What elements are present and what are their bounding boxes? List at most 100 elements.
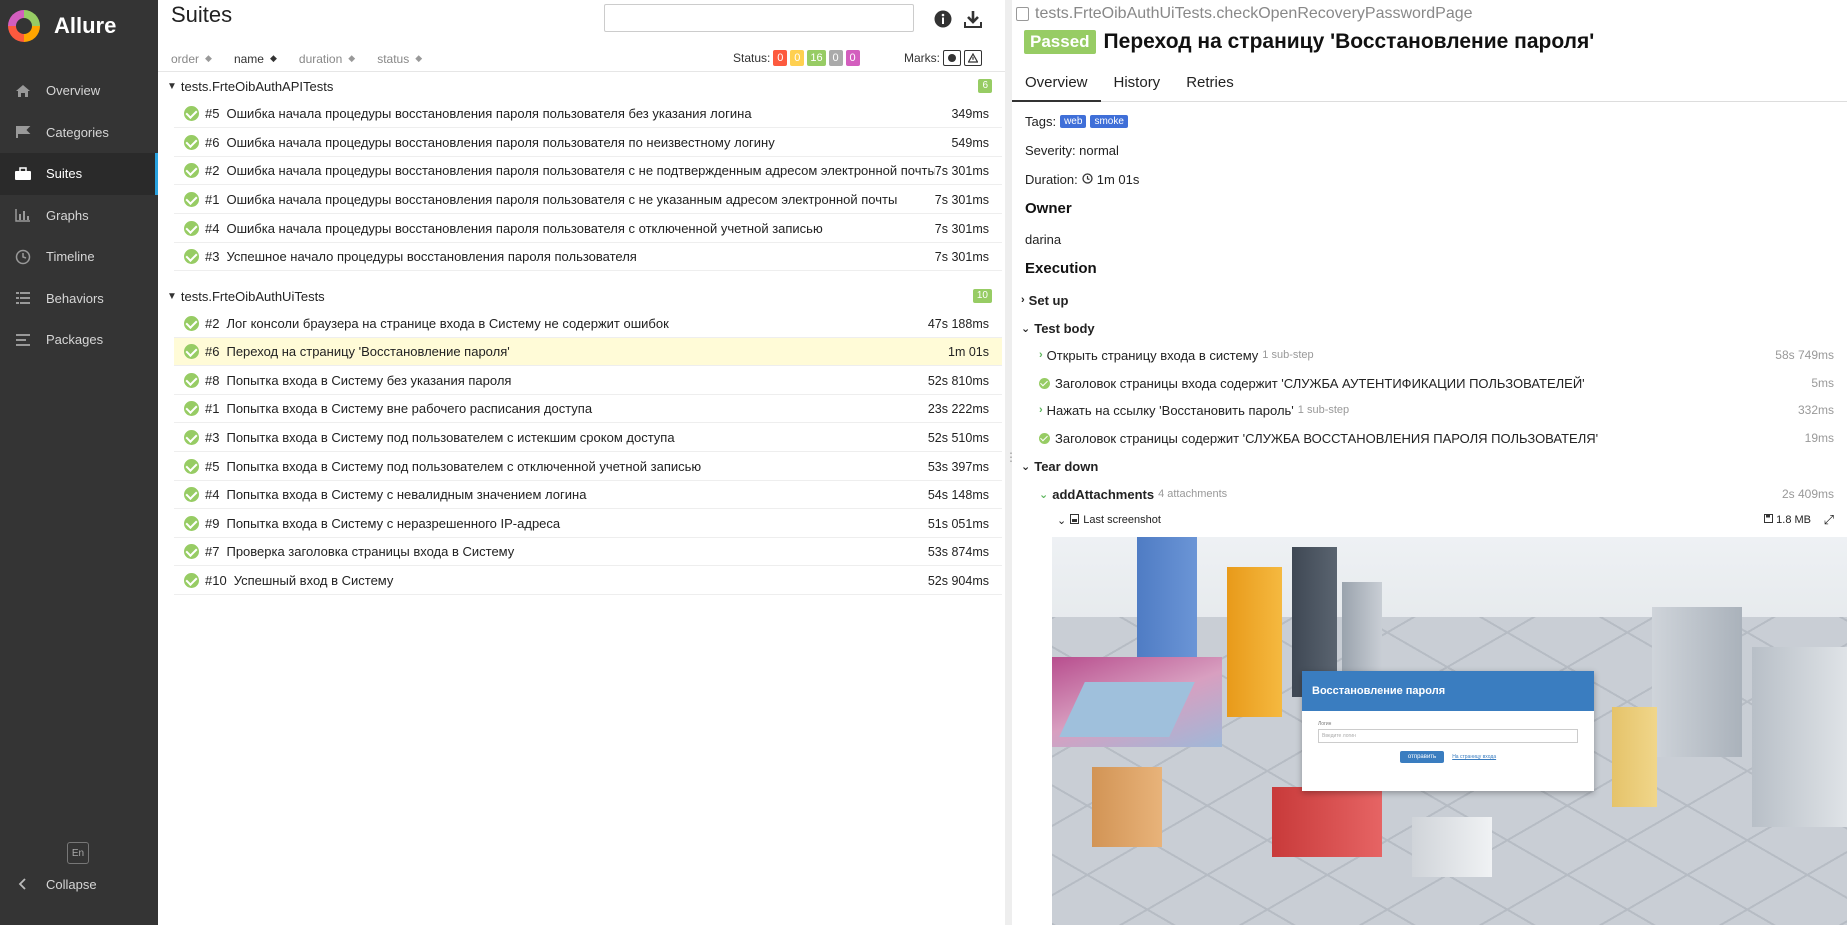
suite-group-name: tests.FrteOibAuthAPITests: [180, 78, 334, 94]
tags-line: Tags: web smoke: [1025, 114, 1128, 129]
sidebar-item-behaviors[interactable]: Behaviors: [0, 278, 158, 320]
attachment-size-value: 1.8 MB: [1776, 514, 1811, 526]
table-row[interactable]: #2 Ошибка начала процедуры восстановлени…: [174, 157, 1002, 185]
test-name: Попытка входа в Систему без указания пар…: [226, 373, 512, 388]
sidebar-item-suites[interactable]: Suites: [0, 153, 158, 195]
table-row[interactable]: #1 Попытка входа в Систему вне рабочего …: [174, 395, 1002, 423]
table-row[interactable]: #10 Успешный вход в Систему 52s 904ms: [174, 567, 1002, 595]
test-full-name: tests.FrteOibAuthUiTests.checkOpenRecove…: [1016, 5, 1473, 23]
sort-status[interactable]: status ◆: [377, 52, 422, 66]
table-row[interactable]: #3 Успешное начало процедуры восстановле…: [174, 243, 1002, 271]
step-row[interactable]: Заголовок страницы входа содержит 'СЛУЖБ…: [1012, 371, 1847, 395]
step-row[interactable]: › Открыть страницу входа в систему 1 sub…: [1012, 343, 1847, 367]
logo[interactable]: Allure: [0, 0, 158, 52]
tab-overview[interactable]: Overview: [1012, 64, 1101, 102]
sort-label: name: [233, 51, 264, 66]
test-body-label: Test body: [1034, 320, 1095, 336]
chevron-down-icon: ⌄: [1057, 514, 1067, 527]
table-row[interactable]: #4 Ошибка начала процедуры восстановлени…: [174, 215, 1002, 243]
sort-order[interactable]: order ◆: [171, 52, 212, 66]
status-broken-badge[interactable]: 0: [790, 50, 805, 66]
test-name: Лог консоли браузера на странице входа в…: [226, 316, 669, 331]
status-unknown-badge[interactable]: 0: [845, 50, 860, 66]
status-passed-badge[interactable]: 16: [807, 50, 826, 66]
table-row[interactable]: #2 Лог консоли браузера на странице вход…: [174, 310, 1002, 338]
table-row[interactable]: #7 Проверка заголовка страницы входа в С…: [174, 538, 1002, 566]
pane-splitter[interactable]: [1005, 0, 1017, 925]
marks-filter: Marks:: [904, 50, 982, 66]
flaky-mark-icon[interactable]: [943, 50, 961, 66]
screenshot-modal-actions: отправить На страницу входа: [1302, 751, 1594, 763]
warning-mark-icon[interactable]: [964, 50, 982, 66]
download-icon[interactable]: [962, 8, 984, 30]
sort-name[interactable]: name ◆: [234, 52, 277, 66]
info-icon[interactable]: [932, 8, 954, 30]
sidebar-item-graphs[interactable]: Graphs: [0, 195, 158, 237]
test-order: #3: [205, 249, 220, 264]
status-skipped-badge[interactable]: 0: [828, 50, 843, 66]
tab-history[interactable]: History: [1101, 64, 1174, 102]
table-row-selected[interactable]: #6 Переход на страницу 'Восстановление п…: [174, 338, 1002, 366]
home-icon: [12, 83, 34, 99]
suite-group[interactable]: ▼ tests.FrteOibAuthAPITests 6: [158, 73, 1005, 99]
expand-icon[interactable]: ⤢: [1824, 512, 1834, 528]
step-row[interactable]: Заголовок страницы содержит 'СЛУЖБА ВОСС…: [1012, 426, 1847, 450]
sidebar-item-categories[interactable]: Categories: [0, 112, 158, 154]
status-failed-badge[interactable]: 0: [773, 50, 788, 66]
test-name: Ошибка начала процедуры восстановления п…: [226, 163, 935, 178]
step-name: Заголовок страницы входа содержит 'СЛУЖБ…: [1055, 375, 1585, 391]
table-row[interactable]: #5 Ошибка начала процедуры восстановлени…: [174, 100, 1002, 128]
suites-pane: Suites order ◆ name ◆ duration ◆ status ◆ St…: [158, 0, 1005, 925]
sidebar-item-timeline[interactable]: Timeline: [0, 236, 158, 278]
passed-status-icon: [184, 106, 199, 121]
attachment-size: 1.8 MB: [1764, 514, 1811, 526]
sidebar-item-overview[interactable]: Overview: [0, 70, 158, 112]
chevron-right-icon: ›: [1039, 349, 1043, 361]
screenshot-preview[interactable]: Восстановление пароля Логин Введите логи…: [1052, 537, 1847, 925]
step-row[interactable]: › Нажать на ссылку 'Восстановить пароль'…: [1012, 398, 1847, 422]
test-name: Ошибка начала процедуры восстановления п…: [226, 221, 823, 236]
attachment-row[interactable]: ⌄ Last screenshot 1.8 MB ⤢: [1012, 508, 1847, 532]
duration-value: 1m 01s: [1096, 172, 1140, 187]
test-body-section[interactable]: ⌄ Test body: [1012, 316, 1847, 340]
test-duration: 1m 01s: [948, 344, 989, 359]
test-detail-pane: tests.FrteOibAuthUiTests.checkOpenRecove…: [1012, 0, 1847, 925]
step-duration: 332ms: [1797, 403, 1834, 417]
table-row[interactable]: #5 Попытка входа в Систему под пользоват…: [174, 453, 1002, 481]
table-row[interactable]: #8 Попытка входа в Систему без указания …: [174, 367, 1002, 395]
table-row[interactable]: #9 Попытка входа в Систему с неразрешенн…: [174, 510, 1002, 538]
setup-section[interactable]: › Set up: [1012, 288, 1847, 312]
status-label: Status:: [733, 51, 771, 65]
attachment-name: Last screenshot: [1083, 514, 1161, 526]
chevron-down-icon: ⌄: [1039, 488, 1049, 501]
sort-label: status: [377, 51, 410, 66]
image-file-icon: [1070, 513, 1080, 527]
step-name: Открыть страницу входа в систему: [1046, 347, 1259, 363]
test-order: #5: [205, 106, 220, 121]
language-switch[interactable]: En: [67, 842, 89, 864]
table-row[interactable]: #6 Ошибка начала процедуры восстановлени…: [174, 129, 1002, 157]
test-name: Проверка заголовка страницы входа в Сист…: [226, 544, 515, 559]
teardown-section[interactable]: ⌄ Tear down: [1012, 454, 1847, 478]
suite-group[interactable]: ▼ tests.FrteOibAuthUiTests 10: [158, 283, 1005, 309]
sidebar-item-packages[interactable]: Packages: [0, 319, 158, 361]
passed-status-icon: [184, 249, 199, 264]
table-row[interactable]: #1 Ошибка начала процедуры восстановлени…: [174, 186, 1002, 214]
table-row[interactable]: #4 Попытка входа в Систему с невалидным …: [174, 481, 1002, 509]
sidebar-item-label: Categories: [46, 124, 109, 140]
table-row[interactable]: #3 Попытка входа в Систему под пользоват…: [174, 424, 1002, 452]
collapse-button[interactable]: Collapse: [12, 876, 97, 892]
test-name: Попытка входа в Систему с невалидным зна…: [226, 487, 587, 502]
chevron-down-icon: ▼: [167, 290, 177, 302]
test-name: Ошибка начала процедуры восстановления п…: [226, 106, 752, 121]
copy-icon[interactable]: [1016, 7, 1029, 21]
status-badge: Passed: [1024, 30, 1096, 54]
test-name: Попытка входа в Систему вне рабочего рас…: [226, 401, 593, 416]
tab-retries[interactable]: Retries: [1173, 64, 1247, 102]
sort-duration[interactable]: duration ◆: [299, 52, 355, 66]
chevron-right-icon: ›: [1039, 404, 1043, 416]
search-input[interactable]: [604, 4, 914, 32]
add-attachments-step[interactable]: ⌄ addAttachments 4 attachments 2s 409ms: [1012, 482, 1847, 506]
passed-status-icon: [184, 344, 199, 359]
test-duration: 7s 301ms: [934, 192, 989, 207]
